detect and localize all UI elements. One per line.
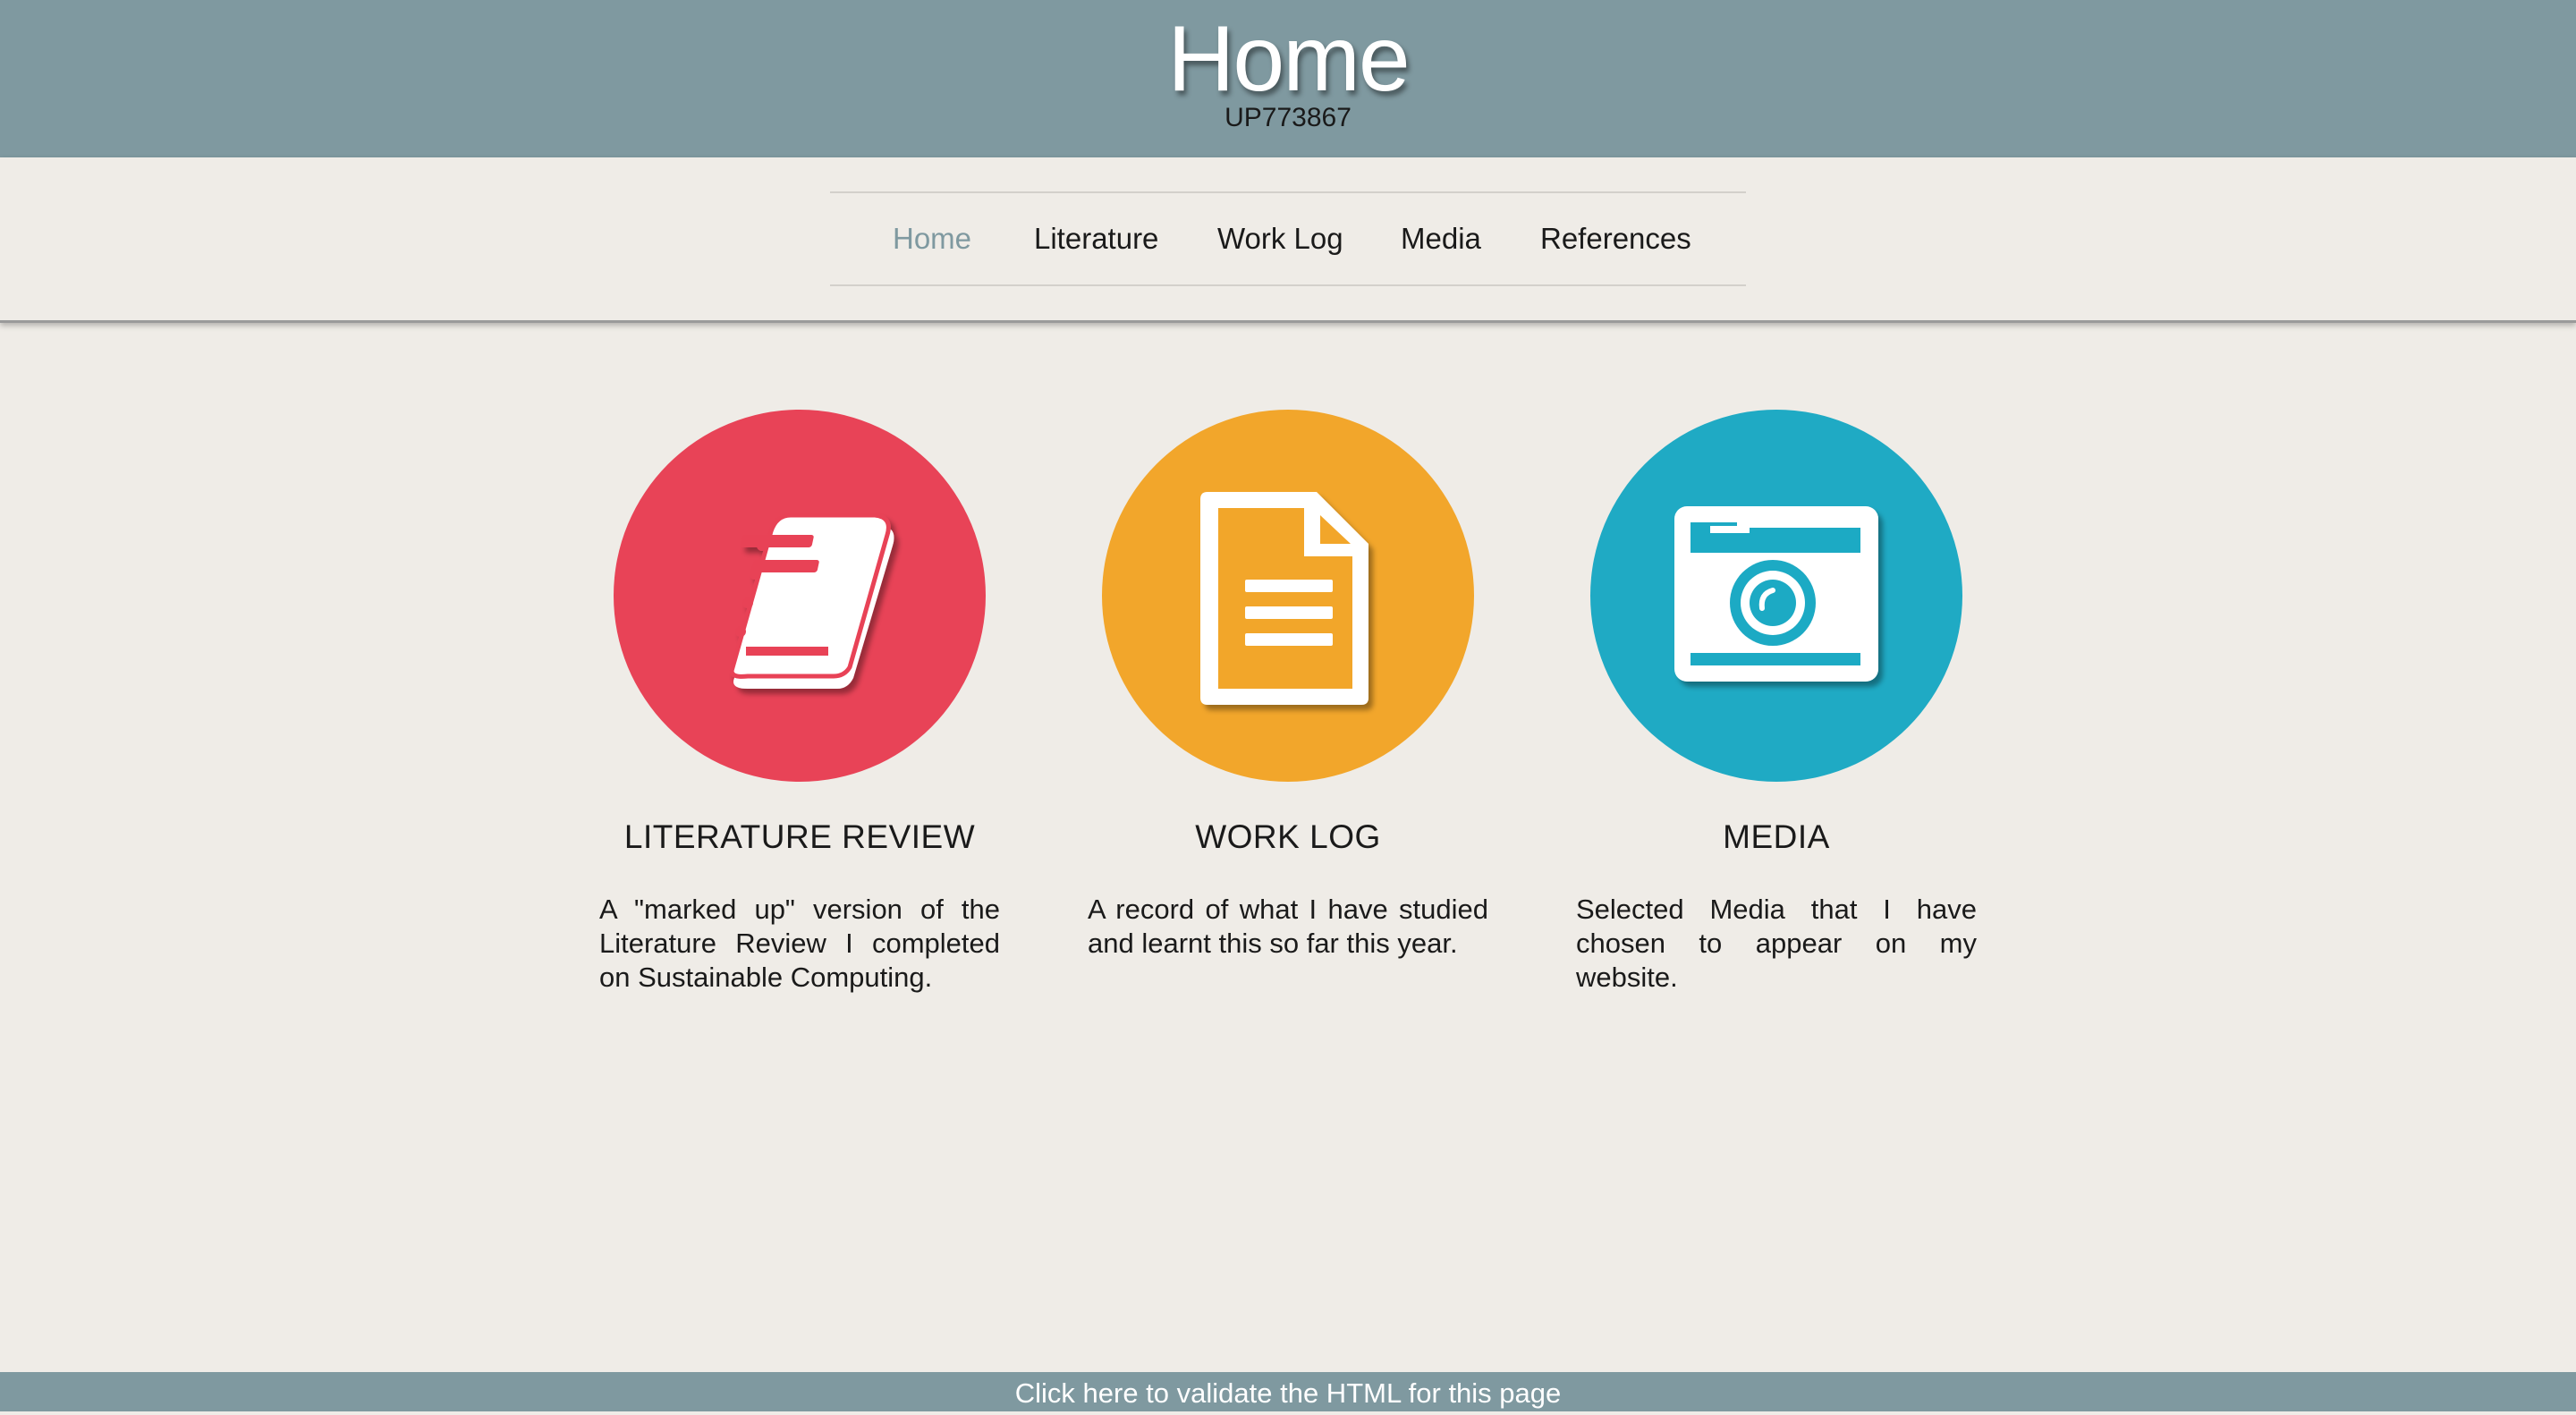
media-title: MEDIA [1723, 818, 1830, 855]
main-nav: Home Literature Work Log Media Reference… [830, 191, 1746, 286]
page-title: Home [1167, 7, 1410, 111]
literature-review-description: A "marked up" version of the Literature … [599, 894, 1000, 993]
nav-item-references[interactable]: References [1540, 193, 1691, 284]
nav-item-literature[interactable]: Literature [1034, 193, 1158, 284]
work-log-link[interactable] [1102, 410, 1474, 782]
media-link[interactable] [1590, 410, 1962, 782]
page-header: Home UP773867 [0, 0, 2576, 157]
student-id: UP773867 [1224, 103, 1352, 132]
navigation-bar: Home Literature Work Log Media Reference… [0, 157, 2576, 323]
camera-icon [1674, 506, 1878, 682]
nav-item-work-log[interactable]: Work Log [1217, 193, 1343, 284]
validate-html-link[interactable]: Click here to validate the HTML for this… [0, 1372, 2576, 1411]
nav-item-media[interactable]: Media [1401, 193, 1481, 284]
book-icon [729, 513, 894, 689]
literature-review-link[interactable] [614, 410, 986, 782]
work-log-description: A record of what I have studied and lear… [1088, 894, 1488, 959]
nav-item-home[interactable]: Home [893, 193, 971, 284]
literature-review-title: LITERATURE REVIEW [623, 818, 976, 855]
work-log-title: WORK LOG [1195, 818, 1381, 855]
document-icon [1200, 492, 1368, 705]
media-description: Selected Media that I have chosen to app… [1576, 894, 1977, 993]
